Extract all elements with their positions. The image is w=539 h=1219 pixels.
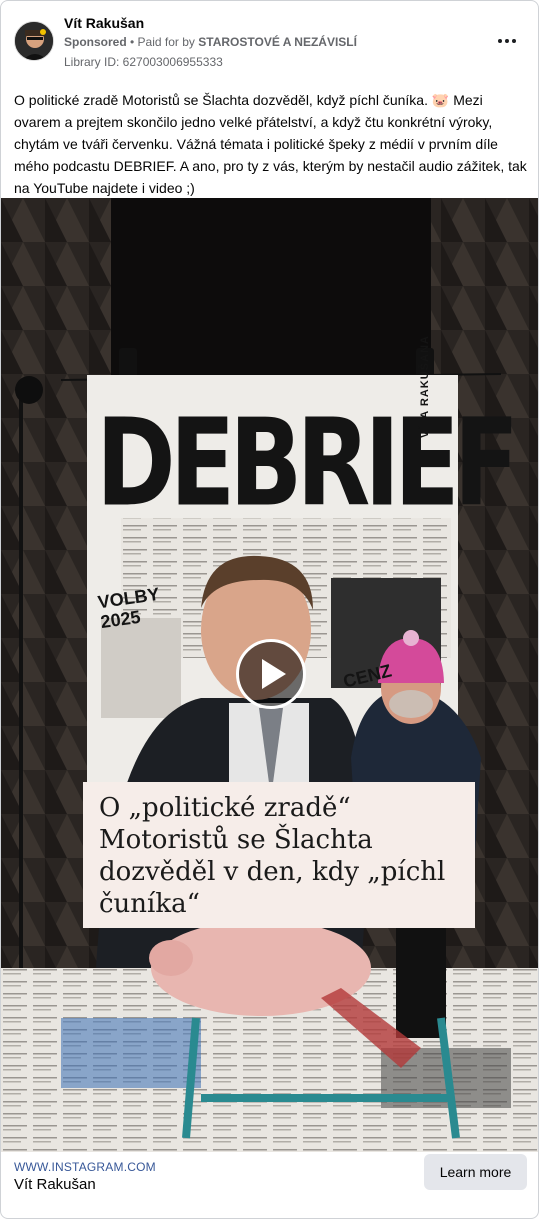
library-id: Library ID: 627003006955333	[64, 55, 223, 69]
ad-card: Vít Rakušan Sponsored • Paid for by STAR…	[0, 0, 539, 1219]
learn-more-button[interactable]: Learn more	[424, 1154, 527, 1190]
page-name[interactable]: Vít Rakušan	[64, 15, 144, 31]
play-icon	[262, 659, 286, 689]
sponsored-label: Sponsored	[64, 35, 127, 49]
more-dot	[512, 39, 516, 43]
paid-for-prefix: • Paid for by	[130, 35, 195, 49]
more-dot	[505, 39, 509, 43]
more-horizontal-icon	[498, 39, 502, 43]
link-domain[interactable]: WWW.INSTAGRAM.COM	[14, 1160, 156, 1174]
ad-body-text: O politické zradě Motoristů se Šlachta d…	[14, 92, 527, 196]
poster-volby-text: VOLBY 2025	[96, 583, 161, 633]
more-options-button[interactable]	[493, 31, 521, 51]
video-media[interactable]: DEBRIEF VÍTA RAKUŠANA VOLBY 2025 CENZ O …	[1, 198, 538, 1152]
play-button[interactable]	[236, 639, 306, 709]
poster-title: DEBRIEF	[96, 393, 519, 533]
paid-for-name[interactable]: STAROSTOVÉ A NEZÁVISLÍ	[198, 35, 357, 49]
video-caption: O „politické zradě“ Motoristů se Šlachta…	[83, 782, 475, 928]
sponsored-line: Sponsored • Paid for by STAROSTOVÉ A NEZ…	[64, 35, 357, 49]
poster-side-text: VÍTA RAKUŠANA	[419, 335, 431, 438]
link-title[interactable]: Vít Rakušan	[14, 1176, 96, 1193]
avatar[interactable]	[14, 21, 54, 61]
